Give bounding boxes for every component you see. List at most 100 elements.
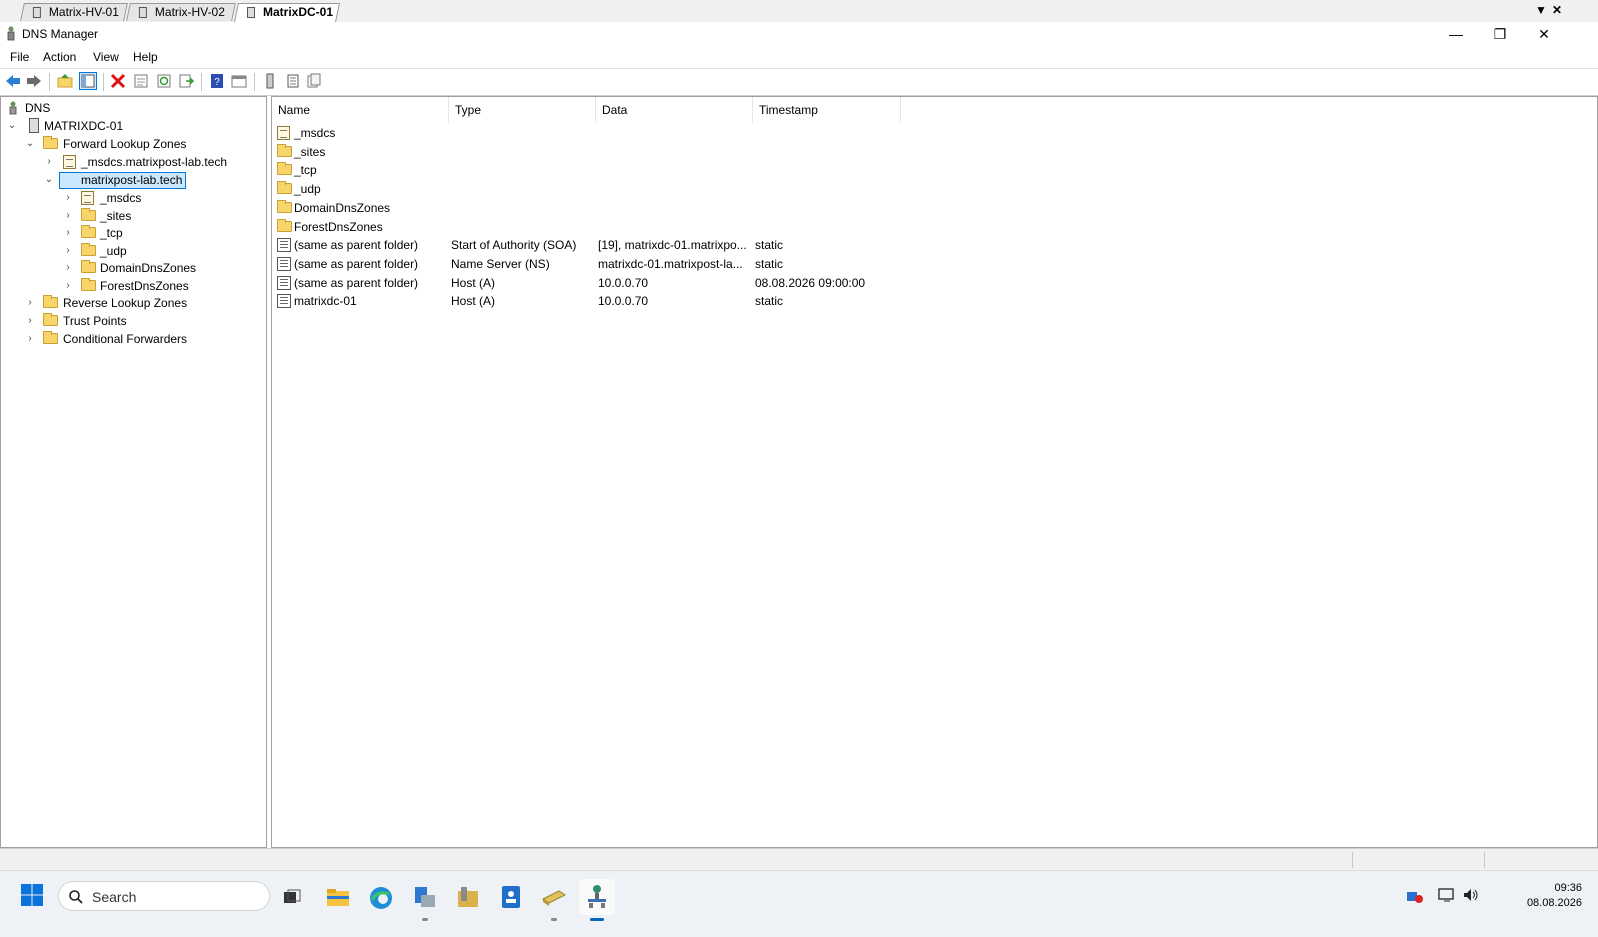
edge-icon [370, 887, 392, 909]
rdp-tab-label: Matrix-HV-01 [48, 5, 119, 19]
record-name: ForestDnsZones [294, 219, 383, 234]
record-timestamp: static [755, 294, 784, 309]
export-list-icon[interactable] [178, 73, 194, 89]
tree-label: _tcp [100, 226, 123, 240]
column-header-type[interactable]: Type [449, 97, 596, 123]
record-name: _msdcs [294, 126, 336, 140]
forward-arrow-icon[interactable] [26, 73, 42, 89]
users-computers-button[interactable] [493, 879, 529, 915]
record-icon [277, 294, 291, 309]
chevron-right-icon[interactable]: › [63, 189, 73, 207]
chevron-down-icon[interactable]: ⌄ [25, 135, 35, 153]
network-icon[interactable] [1438, 887, 1456, 903]
admin-tools-icon [458, 887, 478, 907]
record-name: (same as parent folder) [294, 275, 419, 290]
gpo-management-button[interactable] [536, 879, 572, 921]
tab-dropdown-icon[interactable]: ▼ [1535, 3, 1547, 17]
menu-view[interactable]: View [93, 50, 119, 64]
record-type: Name Server (NS) [451, 256, 550, 271]
chevron-right-icon[interactable]: › [25, 330, 35, 348]
server-icon [29, 118, 39, 133]
column-header-timestamp[interactable]: Timestamp [753, 97, 901, 123]
chevron-right-icon[interactable]: › [63, 277, 73, 295]
refresh-icon[interactable] [156, 73, 172, 89]
delegation-icon [277, 126, 290, 140]
column-header-name[interactable]: Name [272, 97, 449, 123]
rdp-tab[interactable]: Matrix-HV-02 [126, 3, 236, 21]
file-explorer-icon [327, 889, 349, 906]
record-name: _tcp [294, 163, 317, 178]
chevron-right-icon[interactable]: › [63, 259, 73, 277]
search-placeholder: Search [92, 889, 137, 905]
record-icon [277, 256, 291, 271]
status-bar [0, 848, 1598, 871]
taskbar-search-box[interactable]: Search [58, 881, 270, 911]
rdp-tab[interactable]: Matrix-HV-01 [20, 3, 128, 21]
status-divider [1484, 852, 1485, 868]
up-folder-icon[interactable] [57, 73, 73, 89]
server-manager-button[interactable] [407, 879, 443, 921]
file-explorer-button[interactable] [320, 879, 356, 915]
menu-action[interactable]: Action [43, 50, 76, 64]
rdp-tab-active[interactable]: MatrixDC-01 [233, 3, 341, 22]
volume-icon[interactable] [1462, 887, 1480, 903]
folder-icon [43, 295, 58, 308]
folder-icon [43, 313, 58, 326]
record-type: Host (A) [451, 275, 496, 290]
record-type: Start of Authority (SOA) [451, 238, 577, 253]
record-name: (same as parent folder) [294, 238, 419, 253]
folder-icon [43, 331, 58, 344]
action-pane-icon[interactable] [231, 73, 247, 89]
active-indicator [590, 918, 604, 921]
task-view-icon [284, 889, 301, 903]
book-icon [542, 890, 566, 906]
chevron-right-icon[interactable]: › [25, 294, 35, 312]
delete-icon[interactable] [110, 73, 126, 89]
console-tree: DNS ⌄ MATRIXDC-01 ⌄ Forward Lookup Zones… [0, 96, 267, 848]
record-name: _udp [294, 182, 321, 197]
show-hide-console-tree-icon[interactable] [79, 72, 97, 90]
edge-browser-button[interactable] [363, 879, 399, 915]
record-data: matrixdc-01.matrixpost-la... [598, 256, 743, 271]
chevron-right-icon[interactable]: › [63, 224, 73, 242]
document-icon [247, 7, 255, 18]
taskbar: Search 09:36 08.08.2026 [0, 870, 1598, 937]
chevron-down-icon[interactable]: ⌄ [7, 117, 17, 135]
record-list-icon[interactable] [285, 73, 301, 89]
dns-manager-taskbar-button[interactable] [579, 879, 615, 921]
minimize-button[interactable]: — [1436, 24, 1476, 44]
system-clock[interactable]: 09:36 08.08.2026 [1527, 881, 1582, 911]
chevron-right-icon[interactable]: › [25, 312, 35, 330]
status-divider [1352, 852, 1353, 868]
admin-tools-button[interactable] [450, 879, 486, 915]
server-icon[interactable] [262, 73, 278, 89]
toolbar-separator [103, 73, 104, 91]
chevron-down-icon[interactable]: ⌄ [44, 171, 54, 189]
zone-icon[interactable] [306, 73, 322, 89]
menu-file[interactable]: File [10, 50, 29, 64]
help-icon[interactable]: ? [209, 73, 225, 89]
restore-button[interactable]: ❐ [1480, 24, 1520, 44]
records-list: Name Type Data Timestamp _msdcs _sites _tc… [271, 96, 1598, 848]
column-header-data[interactable]: Data [596, 97, 753, 123]
close-button[interactable]: ✕ [1524, 24, 1564, 44]
folder-icon [81, 225, 96, 238]
folder-icon [277, 181, 292, 195]
security-shield-icon[interactable] [1406, 888, 1424, 904]
back-arrow-icon[interactable] [5, 73, 21, 89]
folder-icon [277, 218, 292, 232]
task-view-button[interactable] [274, 879, 310, 915]
tree-label: _sites [100, 209, 132, 223]
chevron-right-icon[interactable]: › [63, 207, 73, 225]
properties-icon[interactable] [133, 73, 149, 89]
windows-start-icon[interactable] [20, 883, 44, 907]
tab-close-icon[interactable]: ✕ [1552, 3, 1562, 17]
clock-time: 09:36 [1554, 882, 1582, 894]
chevron-right-icon[interactable]: › [44, 153, 54, 171]
record-name: matrixdc-01 [294, 294, 357, 309]
tree-label: Trust Points [63, 314, 127, 328]
chevron-right-icon[interactable]: › [63, 242, 73, 260]
menu-help[interactable]: Help [133, 50, 158, 64]
clock-date: 08.08.2026 [1526, 897, 1582, 909]
record-timestamp: 08.08.2026 09:00:00 [755, 275, 866, 290]
